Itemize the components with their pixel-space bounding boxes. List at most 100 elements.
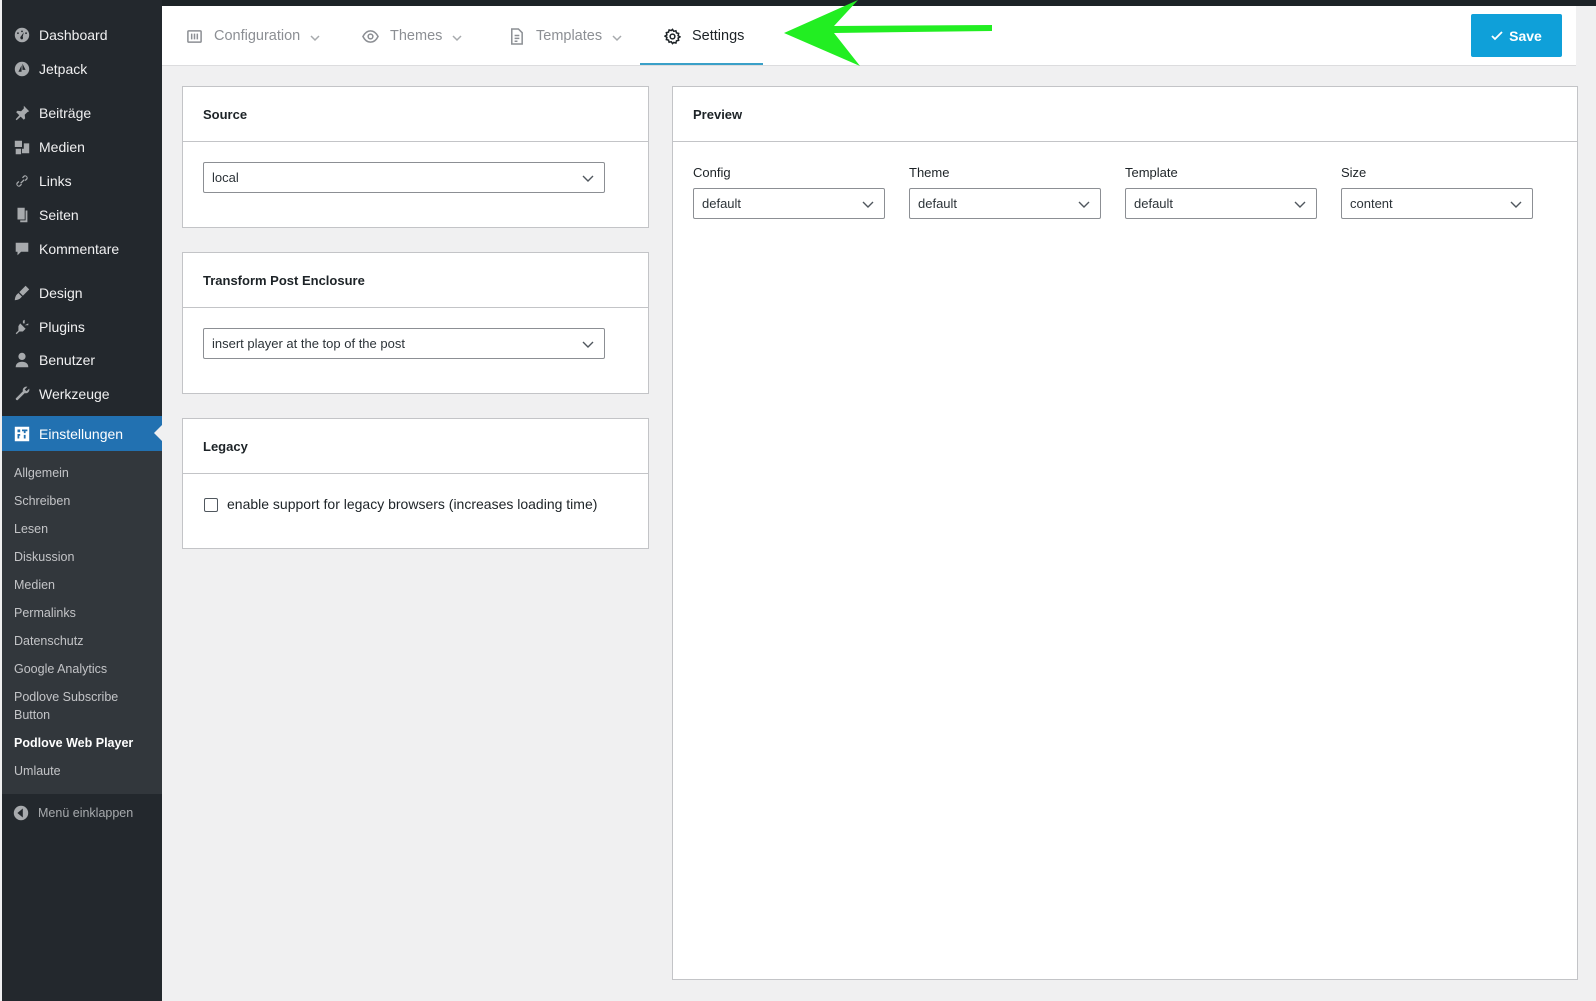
config-value: default bbox=[702, 196, 742, 211]
submenu-item-podlove-subscribe-button[interactable]: Podlove Subscribe Button bbox=[14, 688, 134, 724]
sidebar-item-label: Jetpack bbox=[39, 61, 88, 77]
tab-templates[interactable]: Templates bbox=[508, 6, 622, 66]
collapse-menu-label: Menü einklappen bbox=[38, 806, 134, 820]
transform-title: Transform Post Enclosure bbox=[183, 253, 648, 308]
tab-configuration[interactable]: Configuration bbox=[186, 6, 320, 66]
sidebar-item-media[interactable]: Medien bbox=[2, 130, 162, 164]
submenu-item-allgemein[interactable]: Allgemein bbox=[14, 464, 154, 482]
submenu-item-lesen[interactable]: Lesen bbox=[14, 520, 154, 538]
chevron-down-icon bbox=[1294, 198, 1306, 210]
sidebar-item-label: Werkzeuge bbox=[39, 386, 110, 402]
transform-select[interactable]: insert player at the top of the post bbox=[203, 328, 605, 359]
config-label: Config bbox=[693, 165, 731, 180]
sidebar-item-jetpack[interactable]: Jetpack bbox=[2, 52, 162, 86]
chevron-down-icon bbox=[862, 198, 874, 210]
transform-panel: Transform Post Enclosure insert player a… bbox=[182, 252, 649, 394]
size-value: content bbox=[1350, 196, 1393, 211]
config-select[interactable]: default bbox=[693, 188, 885, 219]
theme-value: default bbox=[918, 196, 958, 211]
sidebar-item-settings[interactable]: Einstellungen bbox=[2, 416, 162, 452]
chevron-down-icon bbox=[612, 31, 622, 42]
preview-panel: Preview Config default Theme default Tem… bbox=[672, 86, 1578, 980]
legacy-panel: Legacy enable support for legacy browser… bbox=[182, 418, 649, 549]
collapse-arrow-icon bbox=[13, 805, 29, 821]
tab-label: Configuration bbox=[214, 28, 301, 44]
tab-label: Themes bbox=[390, 28, 443, 44]
link-icon bbox=[12, 171, 32, 191]
sidebar-item-tools[interactable]: Werkzeuge bbox=[2, 377, 162, 411]
legacy-checkbox-label[interactable]: enable support for legacy browsers (incr… bbox=[227, 496, 597, 512]
sidebar-item-comments[interactable]: Kommentare bbox=[2, 232, 162, 266]
sidebar-item-pages[interactable]: Seiten bbox=[2, 198, 162, 232]
plugin-icon bbox=[12, 317, 32, 337]
sidebar-item-label: Dashboard bbox=[39, 27, 108, 43]
sidebar-item-label: Medien bbox=[39, 139, 85, 155]
document-icon bbox=[508, 27, 526, 45]
configuration-icon bbox=[186, 27, 204, 45]
template-value: default bbox=[1134, 196, 1174, 211]
source-select[interactable]: local bbox=[203, 162, 605, 193]
sidebar-item-posts[interactable]: Beiträge bbox=[2, 96, 162, 130]
sidebar-item-dashboard[interactable]: Dashboard bbox=[2, 18, 162, 52]
source-panel: Source local bbox=[182, 86, 649, 228]
annotation-arrow bbox=[784, 0, 992, 66]
submenu-item-podlove-web-player[interactable]: Podlove Web Player bbox=[14, 734, 154, 752]
legacy-title: Legacy bbox=[183, 419, 648, 474]
sidebar-item-label: Links bbox=[39, 173, 72, 189]
gear-icon bbox=[664, 27, 682, 45]
sidebar-item-label: Beiträge bbox=[39, 105, 92, 121]
template-label: Template bbox=[1125, 165, 1178, 180]
tab-label: Templates bbox=[536, 28, 603, 44]
submenu-item-permalinks[interactable]: Permalinks bbox=[14, 604, 154, 622]
sidebar-item-label: Kommentare bbox=[39, 241, 120, 257]
legacy-checkbox[interactable] bbox=[204, 498, 218, 512]
collapse-menu-button[interactable]: Menü einklappen bbox=[2, 800, 162, 826]
submenu-item-google-analytics[interactable]: Google Analytics bbox=[14, 660, 154, 678]
checkmark-icon bbox=[1491, 30, 1503, 40]
brush-icon bbox=[12, 283, 32, 303]
submenu-item-medien[interactable]: Medien bbox=[14, 576, 154, 594]
sidebar-item-users[interactable]: Benutzer bbox=[2, 343, 162, 377]
sidebar-item-label: Einstellungen bbox=[39, 426, 124, 442]
sidebar-item-links[interactable]: Links bbox=[2, 164, 162, 198]
preview-title: Preview bbox=[673, 87, 1577, 142]
size-label: Size bbox=[1341, 165, 1367, 180]
chevron-down-icon bbox=[452, 31, 462, 42]
wrench-icon bbox=[12, 384, 32, 404]
template-select[interactable]: default bbox=[1125, 188, 1317, 219]
sidebar-item-design[interactable]: Design bbox=[2, 276, 162, 310]
save-button[interactable]: Save bbox=[1471, 14, 1562, 57]
sidebar-item-label: Design bbox=[39, 285, 83, 301]
admin-sidebar: Dashboard Jetpack Beiträge Medien Links … bbox=[0, 0, 162, 1001]
eye-icon bbox=[362, 27, 380, 45]
chevron-down-icon bbox=[1078, 198, 1090, 210]
jetpack-icon bbox=[12, 59, 32, 79]
settings-submenu: Allgemein Schreiben Lesen Diskussion Med… bbox=[2, 451, 162, 794]
page-icon bbox=[12, 205, 32, 225]
tab-label: Settings bbox=[692, 28, 745, 44]
sidebar-item-label: Benutzer bbox=[39, 352, 96, 368]
source-title: Source bbox=[183, 87, 648, 142]
tab-settings[interactable]: Settings bbox=[664, 6, 744, 66]
tab-themes[interactable]: Themes bbox=[362, 6, 462, 66]
transform-value: insert player at the top of the post bbox=[212, 336, 405, 351]
chevron-down-icon bbox=[582, 172, 594, 184]
active-tab-indicator bbox=[640, 63, 763, 65]
source-value: local bbox=[212, 170, 239, 185]
chevron-down-icon bbox=[310, 31, 320, 42]
theme-label: Theme bbox=[909, 165, 950, 180]
dashboard-icon bbox=[12, 25, 32, 45]
theme-select[interactable]: default bbox=[909, 188, 1101, 219]
submenu-item-diskussion[interactable]: Diskussion bbox=[14, 548, 154, 566]
user-icon bbox=[12, 350, 32, 370]
settings-icon bbox=[12, 424, 32, 444]
submenu-item-datenschutz[interactable]: Datenschutz bbox=[14, 632, 154, 650]
submenu-item-schreiben[interactable]: Schreiben bbox=[14, 492, 154, 510]
size-select[interactable]: content bbox=[1341, 188, 1533, 219]
sidebar-item-plugins[interactable]: Plugins bbox=[2, 310, 162, 344]
save-label: Save bbox=[1509, 27, 1542, 44]
chevron-down-icon bbox=[582, 338, 594, 350]
pin-icon bbox=[12, 103, 32, 123]
comment-icon bbox=[12, 239, 32, 259]
submenu-item-umlaute[interactable]: Umlaute bbox=[14, 762, 154, 780]
